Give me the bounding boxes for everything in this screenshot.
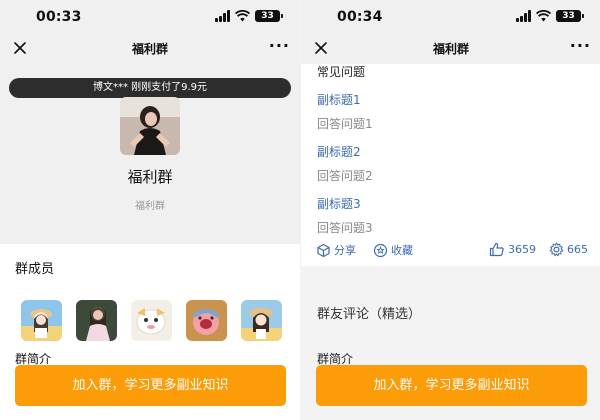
- status-time: 00:33: [36, 9, 82, 25]
- member-avatar[interactable]: [21, 300, 62, 341]
- nav-title: 福利群: [131, 42, 168, 56]
- status-bar: 00:33 33: [0, 0, 300, 34]
- section-divider: [301, 266, 600, 290]
- group-avatar: [120, 97, 180, 155]
- payment-ticker: 博文*** 刚刚支付了9.9元: [9, 78, 291, 98]
- more-icon[interactable]: ···: [570, 38, 591, 54]
- battery-icon: 33: [556, 10, 584, 22]
- status-icons: 33: [516, 10, 584, 22]
- share-count: 665: [567, 243, 588, 256]
- gear-share-icon: [549, 242, 564, 257]
- share-label: 分享: [334, 244, 356, 257]
- star-badge-icon: [373, 243, 388, 257]
- member-avatar[interactable]: [131, 300, 172, 341]
- thumbs-up-icon: [489, 242, 504, 257]
- cube-share-icon: [317, 243, 330, 257]
- faq-question[interactable]: 副标题3: [317, 195, 361, 212]
- status-bar: 00:34 33: [301, 0, 600, 34]
- nav-bar: 福利群 ···: [0, 34, 300, 64]
- action-bar: 分享 收藏 3659 665: [301, 242, 600, 264]
- member-avatar[interactable]: [186, 300, 227, 341]
- group-name: 福利群: [127, 168, 173, 186]
- member-list: [21, 300, 282, 341]
- faq-answer: 回答问题3: [317, 221, 373, 235]
- faq-question[interactable]: 副标题1: [317, 91, 361, 108]
- faq-answer: 回答问题2: [317, 169, 373, 183]
- wifi-icon: [536, 10, 551, 22]
- battery-icon: 33: [255, 10, 283, 22]
- group-subtitle: 福利群: [135, 201, 165, 212]
- like-count: 3659: [508, 243, 536, 256]
- favorite-button[interactable]: 收藏: [373, 242, 413, 258]
- comments-title: 群友评论（精选）: [317, 307, 422, 322]
- member-avatar[interactable]: [76, 300, 117, 341]
- nav-title: 福利群: [432, 42, 469, 56]
- share-button[interactable]: 分享: [316, 242, 356, 258]
- faq-question[interactable]: 副标题2: [317, 143, 361, 160]
- nav-bar: 福利群 ···: [301, 34, 600, 64]
- join-group-button[interactable]: 加入群，学习更多副业知识: [15, 365, 286, 406]
- join-group-button[interactable]: 加入群，学习更多副业知识: [316, 365, 587, 406]
- member-avatar[interactable]: [241, 300, 282, 341]
- signal-icon: [215, 10, 230, 22]
- signal-icon: [516, 10, 531, 22]
- wifi-icon: [235, 10, 250, 22]
- favorite-label: 收藏: [391, 244, 413, 257]
- more-icon[interactable]: ···: [269, 38, 290, 54]
- status-icons: 33: [215, 10, 283, 22]
- members-title: 群成员: [15, 262, 55, 277]
- faq-answer: 回答问题1: [317, 117, 373, 131]
- right-screen: 00:34 33 福利群 ··· 常见问题 副标题1 回答问题1 副标题2 回答…: [300, 0, 600, 420]
- left-screen: 00:33 33 福利群 ··· 博文*** 刚刚支付了9.9元 福利群 福利群…: [0, 0, 300, 420]
- faq-heading: 常见问题: [317, 65, 366, 79]
- status-time: 00:34: [337, 9, 383, 25]
- like-button[interactable]: 3659: [489, 242, 536, 257]
- forward-button[interactable]: 665: [549, 242, 588, 257]
